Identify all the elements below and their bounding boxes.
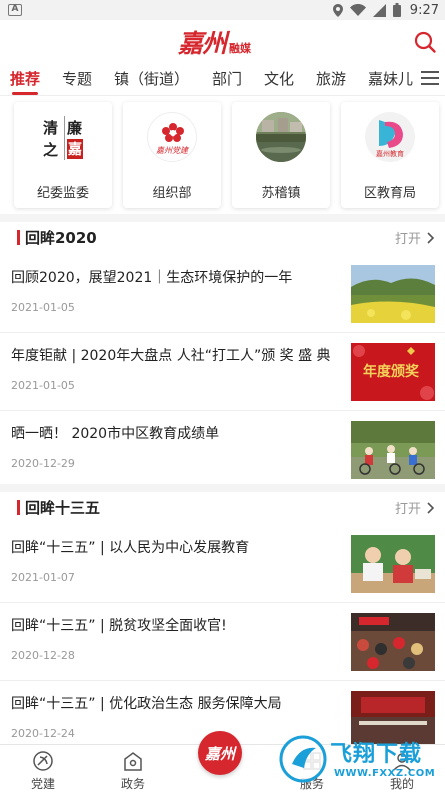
article-item[interactable]: 回眸“十三五” | 脱贫攻坚全面收官! 2020-12-28 bbox=[0, 603, 445, 681]
logo-sub-text: 融媒 bbox=[229, 42, 252, 55]
channel-label: 纪委监委 bbox=[36, 186, 89, 201]
tab-jiamei[interactable]: 嘉妹儿 bbox=[368, 68, 413, 89]
tab-recommend[interactable]: 推荐 bbox=[10, 68, 40, 89]
app-logo: 嘉州 融媒 bbox=[178, 24, 251, 60]
tab-topics[interactable]: 专题 bbox=[62, 68, 92, 89]
nav-party-building[interactable]: 党建 bbox=[13, 749, 73, 792]
a-notification-icon: A bbox=[8, 4, 22, 16]
party-building-logo-icon: 嘉州党建 bbox=[147, 112, 197, 162]
home-logo-icon: 嘉州 bbox=[204, 744, 235, 763]
channel-discipline[interactable]: 清 廉 之 嘉 纪委监委 bbox=[14, 102, 112, 208]
article-title: 回眸“十三五” | 以人民为中心发展教育 bbox=[11, 540, 250, 556]
channel-label: 区教育局 bbox=[363, 186, 416, 201]
article-date: 2021-01-07 bbox=[11, 571, 75, 584]
discipline-char-1: 清 bbox=[43, 119, 59, 137]
battery-icon bbox=[392, 3, 401, 17]
party-emblem-icon bbox=[33, 751, 53, 771]
section-open-button[interactable]: 打开 bbox=[395, 498, 435, 517]
section-header-review-13th-five-year: 回眸十三五 打开 bbox=[0, 492, 445, 522]
tab-culture[interactable]: 文化 bbox=[264, 68, 294, 89]
section-divider bbox=[0, 484, 445, 492]
article-item[interactable]: 晒一晒！ 2020市中区教育成绩单 2020-12-29 bbox=[0, 411, 445, 489]
active-tab-indicator bbox=[12, 92, 38, 95]
open-label: 打开 bbox=[394, 232, 421, 247]
discipline-char-4: 嘉 bbox=[67, 139, 83, 159]
article-title: 回顾2020，展望2021｜生态环境保护的一年 bbox=[11, 270, 293, 286]
article-title: 回眸“十三五” | 脱贫攻坚全面收官! bbox=[11, 618, 227, 634]
article-date: 2020-12-29 bbox=[11, 457, 75, 470]
education-logo-text: 嘉州教育 bbox=[376, 150, 404, 158]
article-date: 2020-12-24 bbox=[11, 727, 75, 740]
search-icon[interactable] bbox=[413, 30, 437, 54]
tab-departments[interactable]: 部门 bbox=[212, 68, 242, 89]
suji-town-photo-icon bbox=[256, 112, 306, 162]
article-thumbnail bbox=[351, 421, 435, 479]
article-thumbnail bbox=[351, 535, 435, 593]
chevron-right-icon bbox=[427, 501, 435, 514]
article-title: 晒一晒！ 2020市中区教育成绩单 bbox=[11, 426, 220, 442]
section-title: 回眸十三五 bbox=[25, 499, 101, 517]
discipline-char-3: 之 bbox=[43, 141, 59, 159]
article-item[interactable]: 年度钜献 | 2020年大盘点 人社“打工人”颁 奖 盛 典 2021-01-0… bbox=[0, 333, 445, 411]
article-item[interactable]: 回顾2020，展望2021｜生态环境保护的一年 2021-01-05 bbox=[0, 255, 445, 333]
article-title: 年度钜献 | 2020年大盘点 人社“打工人”颁 奖 盛 典 bbox=[11, 348, 331, 364]
channel-organization[interactable]: 嘉州党建 组织部 bbox=[123, 102, 221, 208]
watermark-url: WWW.FXXZ.COM bbox=[334, 768, 436, 779]
nav-label: 党建 bbox=[30, 777, 55, 791]
channel-label: 组织部 bbox=[152, 186, 192, 201]
tab-towns[interactable]: 镇（街道） bbox=[114, 68, 189, 89]
thumbnail-caption: 年度颁奖 bbox=[363, 364, 419, 380]
channel-education-bureau[interactable]: 嘉州教育 区教育局 bbox=[341, 102, 439, 208]
chevron-right-icon bbox=[427, 231, 435, 244]
channel-row: 清 廉 之 嘉 纪委监委 嘉州党建 组织部 苏稽镇 嘉州教育 区教育局 bbox=[0, 102, 445, 210]
open-label: 打开 bbox=[394, 502, 421, 517]
section-divider bbox=[0, 214, 445, 222]
nav-government[interactable]: 政务 bbox=[103, 749, 163, 792]
article-date: 2020-12-28 bbox=[11, 649, 75, 662]
category-tabs: 推荐 专题 镇（街道） 部门 文化 旅游 嘉妹儿 bbox=[0, 66, 445, 96]
article-item[interactable]: 回眸“十三五” | 以人民为中心发展教育 2021-01-07 bbox=[0, 525, 445, 603]
logo-main-text: 嘉州 bbox=[178, 29, 227, 58]
article-date: 2021-01-05 bbox=[11, 301, 75, 314]
download-site-watermark: 飞翔下载 WWW.FXXZ.COM bbox=[278, 730, 440, 790]
section-open-button[interactable]: 打开 bbox=[395, 228, 435, 247]
article-thumbnail bbox=[351, 265, 435, 323]
government-icon bbox=[124, 752, 142, 771]
tab-tourism[interactable]: 旅游 bbox=[316, 68, 346, 89]
section-accent-bar bbox=[17, 230, 20, 245]
section-accent-bar bbox=[17, 500, 20, 515]
section-header-review-2020: 回眸2020 打开 bbox=[0, 222, 445, 252]
article-thumbnail: 年度颁奖 bbox=[351, 343, 435, 401]
menu-icon[interactable] bbox=[421, 71, 439, 87]
discipline-char-2: 廉 bbox=[67, 119, 83, 137]
watermark-logo-icon bbox=[279, 735, 327, 783]
section-title: 回眸2020 bbox=[25, 229, 97, 247]
location-icon bbox=[332, 3, 343, 17]
nav-label: 政务 bbox=[120, 777, 145, 791]
article-thumbnail bbox=[351, 613, 435, 671]
status-bar: A 9:27 bbox=[0, 0, 445, 20]
status-time: 9:27 bbox=[409, 2, 439, 18]
watermark-text: 飞翔下载 bbox=[330, 742, 423, 767]
education-logo-icon: 嘉州教育 bbox=[365, 112, 415, 162]
article-title: 回眸“十三五” | 优化政治生态 服务保障大局 bbox=[11, 696, 282, 712]
party-logo-text: 嘉州党建 bbox=[156, 146, 188, 155]
signal-icon bbox=[372, 3, 386, 17]
discipline-logo-icon: 清 廉 之 嘉 bbox=[39, 114, 87, 162]
channel-suji-town[interactable]: 苏稽镇 bbox=[232, 102, 330, 208]
app-header: 嘉州 融媒 bbox=[0, 20, 445, 64]
article-date: 2021-01-05 bbox=[11, 379, 75, 392]
channel-label: 苏稽镇 bbox=[261, 186, 301, 201]
nav-home-logo[interactable]: 嘉州 bbox=[198, 731, 242, 775]
wifi-icon bbox=[349, 4, 366, 16]
